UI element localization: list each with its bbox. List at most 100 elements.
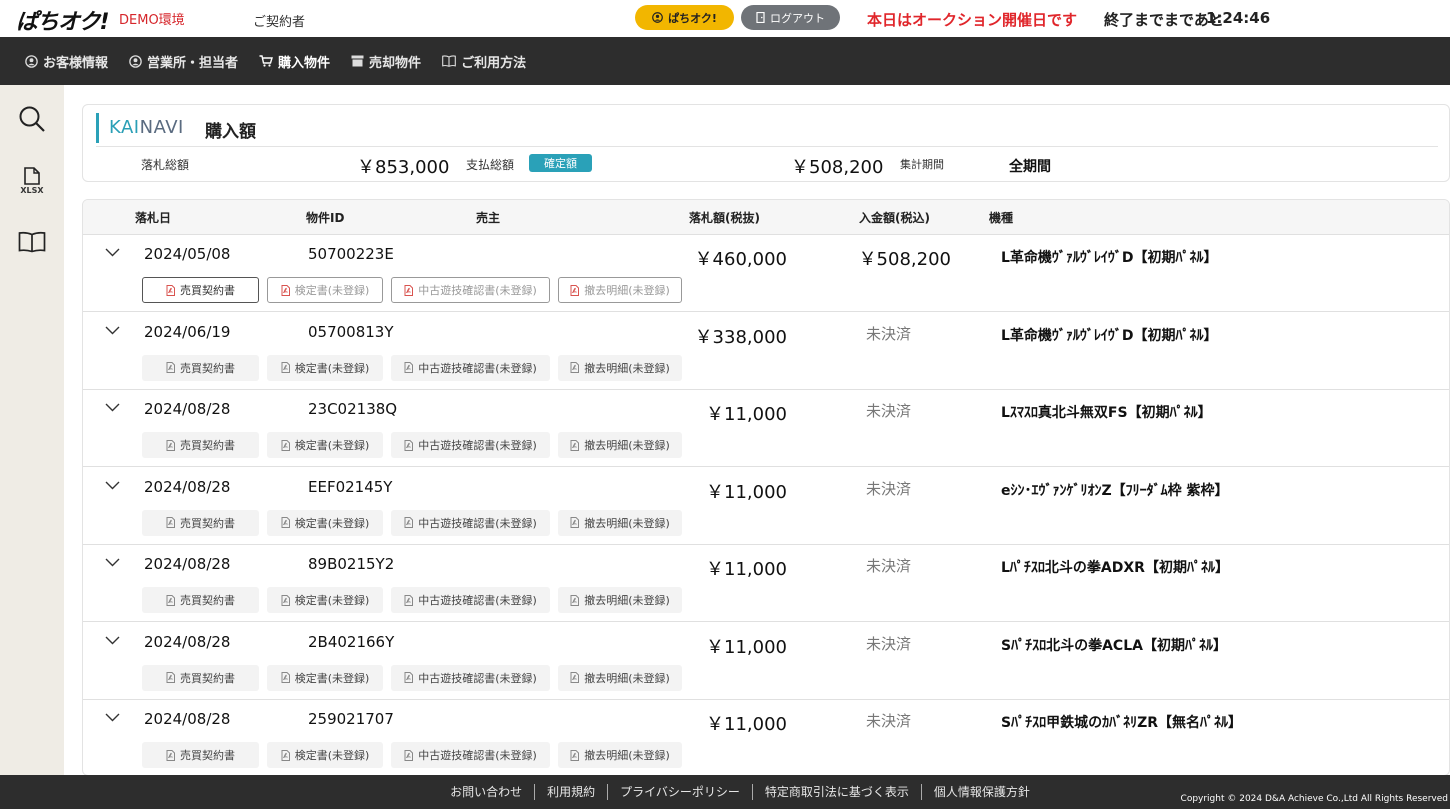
- row-model: Sﾊﾟﾁｽﾛ甲鉄城のｶﾊﾞﾈﾘZR【無名ﾊﾟﾈﾙ】: [1001, 715, 1243, 731]
- inspection-cert-button[interactable]: 検定書(未登録): [267, 587, 383, 613]
- inspection-cert-button[interactable]: 検定書(未登録): [267, 664, 383, 691]
- removal-details-button[interactable]: 撤去明細(未登録): [558, 587, 682, 613]
- pdf-icon: [281, 284, 290, 296]
- nav-item-sales[interactable]: 売却物件: [351, 52, 421, 71]
- inspection-cert-button[interactable]: 検定書(未登録): [267, 509, 383, 536]
- row-item-id[interactable]: 05700813Y: [308, 323, 394, 341]
- row-item-id[interactable]: 259021707: [308, 710, 394, 728]
- row-item-id[interactable]: 2B402166Y: [308, 633, 394, 651]
- used-machine-cert-button[interactable]: 中古遊技確認書(未登録): [391, 277, 550, 303]
- removal-details-button[interactable]: 撤去明細(未登録): [558, 354, 682, 381]
- manual-button[interactable]: [16, 231, 48, 253]
- doc-label: 検定書(未登録): [294, 439, 370, 452]
- nav-item-customer-info[interactable]: お客様情報: [25, 52, 108, 71]
- inspection-cert-button[interactable]: 検定書(未登録): [267, 742, 383, 768]
- removal-details-button[interactable]: 撤去明細(未登録): [558, 277, 682, 303]
- footer-link-personal-info[interactable]: 個人情報保護方針: [920, 784, 1042, 800]
- nav-item-office-staff[interactable]: 営業所・担当者: [129, 52, 238, 71]
- footer-link-contact[interactable]: お問い合わせ: [438, 784, 534, 800]
- row-item-id[interactable]: EEF02145Y: [308, 478, 392, 496]
- pdf-icon: [570, 594, 580, 606]
- doc-label: 検定書(未登録): [294, 284, 370, 297]
- pdf-icon: [281, 672, 290, 683]
- chevron-down-icon[interactable]: [105, 326, 120, 335]
- footer-link-terms[interactable]: 利用規約: [534, 784, 607, 800]
- confirmed-badge: 確定額: [529, 154, 592, 172]
- inspection-cert-button[interactable]: 検定書(未登録): [267, 277, 383, 303]
- footer-link-privacy[interactable]: プライバシーポリシー: [607, 784, 752, 800]
- document-buttons: 売買契約書 検定書(未登録) 中古遊技確認書(未登録) 撤去明細(未登録): [142, 587, 682, 613]
- sales-contract-button[interactable]: 売買契約書: [142, 354, 259, 381]
- header-date: 落札日: [135, 211, 172, 225]
- removal-details-button[interactable]: 撤去明細(未登録): [558, 509, 682, 536]
- search-button[interactable]: [16, 105, 48, 133]
- inspection-cert-button[interactable]: 検定書(未登録): [267, 432, 383, 458]
- removal-details-button[interactable]: 撤去明細(未登録): [558, 742, 682, 768]
- used-machine-cert-button[interactable]: 中古遊技確認書(未登録): [391, 587, 550, 613]
- pdf-icon: [570, 439, 580, 451]
- pdf-icon: [166, 672, 175, 683]
- chevron-down-icon[interactable]: [105, 403, 120, 412]
- sales-contract-button[interactable]: 売買契約書: [142, 664, 259, 691]
- inspection-cert-button[interactable]: 検定書(未登録): [267, 354, 383, 381]
- doc-label: 検定書(未登録): [294, 749, 370, 762]
- row-item-id[interactable]: 89B0215Y2: [308, 555, 394, 573]
- removal-details-button[interactable]: 撤去明細(未登録): [558, 432, 682, 458]
- header-seller: 売主: [476, 211, 501, 225]
- sales-contract-button[interactable]: 売買契約書: [142, 509, 259, 536]
- used-machine-cert-button[interactable]: 中古遊技確認書(未登録): [391, 432, 550, 458]
- sales-contract-button[interactable]: 売買契約書: [142, 277, 259, 303]
- row-payment: 未決済: [866, 634, 912, 653]
- doc-label: 売買契約書: [180, 594, 235, 607]
- book-icon: [18, 231, 46, 253]
- nav-item-purchases[interactable]: 購入物件: [259, 52, 330, 71]
- row-date: 2024/05/08: [144, 245, 231, 263]
- row-item-id[interactable]: 50700223E: [308, 245, 394, 263]
- row-date: 2024/08/28: [144, 555, 231, 573]
- pdf-icon: [281, 749, 290, 761]
- footer: お問い合わせ 利用規約 プライバシーポリシー 特定商取引法に基づく表示 個人情報…: [0, 775, 1450, 809]
- file-icon: [24, 167, 40, 185]
- pdf-icon: [570, 672, 580, 683]
- chevron-down-icon[interactable]: [105, 558, 120, 567]
- doc-label: 検定書(未登録): [294, 594, 370, 607]
- document-buttons: 売買契約書 検定書(未登録) 中古遊技確認書(未登録) 撤去明細(未登録): [142, 432, 682, 458]
- row-amount: ￥11,000: [706, 404, 787, 425]
- chevron-down-icon[interactable]: [105, 481, 120, 490]
- doc-label: 検定書(未登録): [294, 516, 370, 530]
- row-payment: 未決済: [866, 479, 912, 498]
- table-row: 2024/05/08 50700223E ￥460,000 ￥508,200 L革命機ｳ…: [83, 235, 1449, 312]
- table-header: 落札日 物件ID 売主 落札額(税抜) 入金額(税込) 機種: [83, 200, 1449, 235]
- user-circle-icon: [25, 54, 38, 68]
- sales-contract-button[interactable]: 売買契約書: [142, 742, 259, 768]
- chevron-down-icon[interactable]: [105, 636, 120, 645]
- used-machine-cert-button[interactable]: 中古遊技確認書(未登録): [391, 742, 550, 768]
- nav-item-how-to-use[interactable]: ご利用方法: [442, 52, 526, 71]
- xlsx-export-button[interactable]: XLSX: [16, 167, 48, 195]
- doc-label: 売買契約書: [180, 671, 235, 685]
- purchase-summary-card: KAINAVI 購入額 落札総額 ￥853,000 支払総額 確定額 ￥508,…: [82, 104, 1450, 182]
- doc-label: 中古遊技確認書(未登録): [418, 361, 537, 375]
- row-payment: 未決済: [866, 557, 912, 575]
- row-item-id[interactable]: 23C02138Q: [308, 400, 397, 418]
- pdf-icon: [281, 362, 290, 373]
- chevron-down-icon[interactable]: [105, 248, 120, 257]
- pachioku-button[interactable]: ぱちオク!: [635, 5, 734, 30]
- doc-label: 中古遊技確認書(未登録): [418, 671, 537, 685]
- site-logo[interactable]: ぱちオク!: [16, 4, 110, 36]
- used-machine-cert-button[interactable]: 中古遊技確認書(未登録): [391, 354, 550, 381]
- sidebar: XLSX: [0, 85, 64, 775]
- used-machine-cert-button[interactable]: 中古遊技確認書(未登録): [391, 509, 550, 536]
- removal-details-button[interactable]: 撤去明細(未登録): [558, 664, 682, 691]
- logout-button[interactable]: ログアウト: [741, 5, 840, 30]
- doc-label: 中古遊技確認書(未登録): [418, 594, 537, 607]
- chevron-down-icon[interactable]: [105, 713, 120, 722]
- sales-contract-button[interactable]: 売買契約書: [142, 432, 259, 458]
- box-icon: [351, 55, 364, 67]
- document-buttons: 売買契約書 検定書(未登録) 中古遊技確認書(未登録) 撤去明細(未登録): [142, 277, 682, 303]
- sales-contract-button[interactable]: 売買契約書: [142, 587, 259, 613]
- table-row: 2024/06/19 05700813Y ￥338,000 未決済 L革命機ｳﾞｧﾙｳﾞ…: [83, 313, 1449, 390]
- document-buttons: 売買契約書 検定書(未登録) 中古遊技確認書(未登録) 撤去明細(未登録): [142, 742, 682, 768]
- used-machine-cert-button[interactable]: 中古遊技確認書(未登録): [391, 664, 550, 691]
- footer-link-commerce-law[interactable]: 特定商取引法に基づく表示: [751, 784, 921, 800]
